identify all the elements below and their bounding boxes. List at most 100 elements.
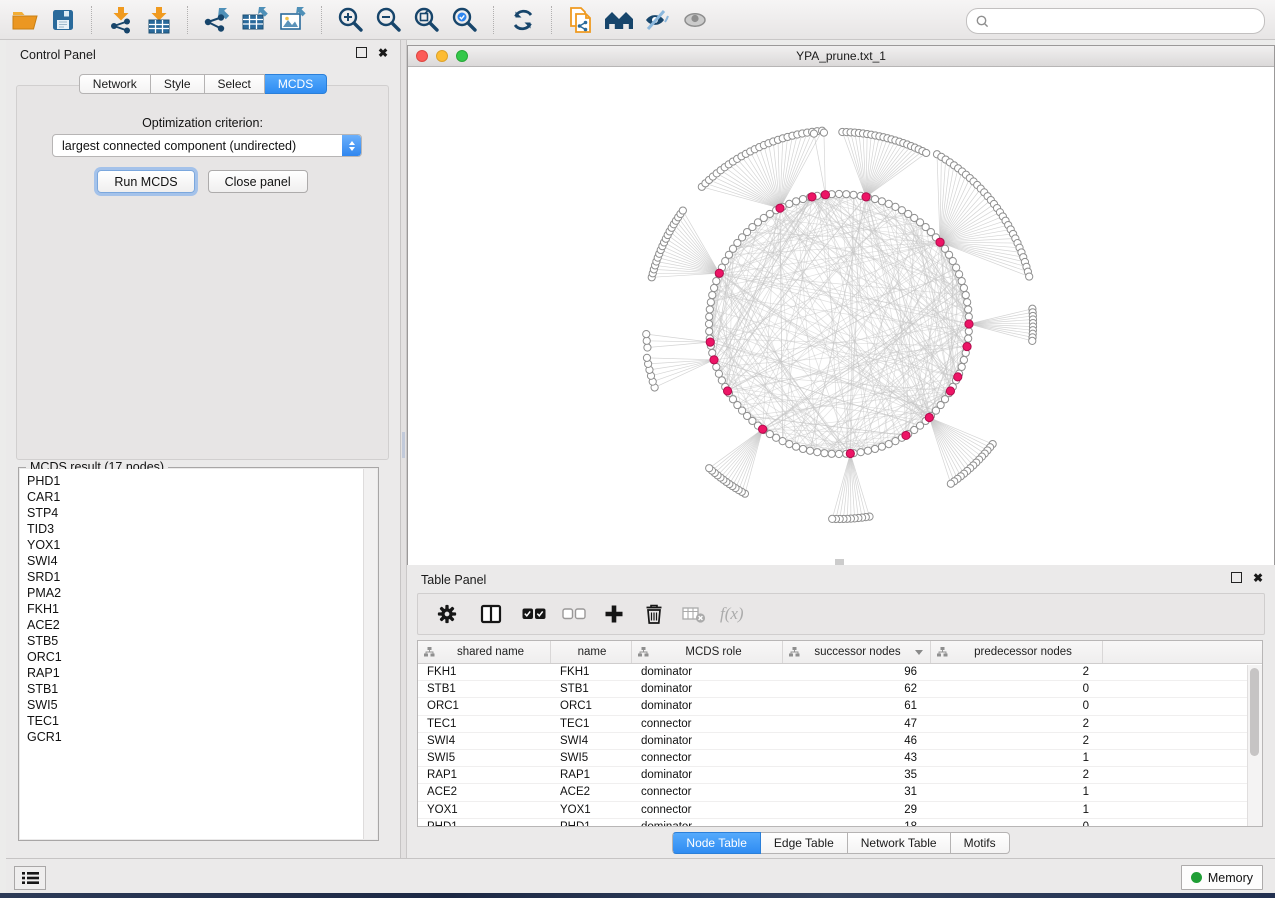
table-row[interactable]: SWI4SWI4dominator462 <box>418 733 1262 750</box>
mcds-result-item[interactable]: ACE2 <box>20 617 377 633</box>
mcds-result-item[interactable]: TEC1 <box>20 713 377 729</box>
first-neighbors-icon[interactable] <box>600 3 638 37</box>
float-panel-icon[interactable] <box>356 47 367 58</box>
list-icon <box>22 871 39 885</box>
table-row[interactable]: TEC1TEC1connector472 <box>418 716 1262 733</box>
column-header-MCDS-role[interactable]: MCDS role <box>632 641 783 663</box>
mcds-result-item[interactable]: ORC1 <box>20 649 377 665</box>
zoom-out-icon[interactable] <box>370 3 408 37</box>
import-table-icon[interactable] <box>140 3 178 37</box>
column-header-successor-nodes[interactable]: successor nodes <box>783 641 931 663</box>
mcds-result-item[interactable]: SRD1 <box>20 569 377 585</box>
hide-selected-icon[interactable] <box>638 3 676 37</box>
mcds-result-item[interactable]: TID3 <box>20 521 377 537</box>
tab-select[interactable]: Select <box>205 74 265 94</box>
export-network-icon[interactable] <box>198 3 236 37</box>
cell-predecessor-nodes: 1 <box>931 784 1103 800</box>
mcds-result-item[interactable]: CAR1 <box>20 489 377 505</box>
mcds-result-item[interactable]: STP4 <box>20 505 377 521</box>
mcds-result-item[interactable]: YOX1 <box>20 537 377 553</box>
tab-network-table[interactable]: Network Table <box>848 832 951 854</box>
table-row[interactable]: YOX1YOX1connector291 <box>418 802 1262 819</box>
splitter-grip[interactable] <box>402 432 405 458</box>
close-panel-icon[interactable]: ✖ <box>378 48 388 58</box>
search-input[interactable] <box>995 13 1264 29</box>
table-row[interactable]: PHD1PHD1dominator180 <box>418 819 1262 827</box>
zoom-selected-icon[interactable] <box>446 3 484 37</box>
table-row[interactable]: ACE2ACE2connector311 <box>418 784 1262 801</box>
show-all-icon[interactable] <box>676 3 714 37</box>
network-window-title: YPA_prune.txt_1 <box>468 49 1214 63</box>
close-table-panel-icon[interactable]: ✖ <box>1253 573 1263 583</box>
task-history-button[interactable] <box>14 866 46 890</box>
cell-successor-nodes: 62 <box>783 681 931 697</box>
table-row[interactable]: FKH1FKH1dominator962 <box>418 664 1262 681</box>
maximize-window-icon[interactable] <box>456 50 468 62</box>
table-scrollbar[interactable] <box>1247 665 1262 826</box>
mcds-result-item[interactable]: STB5 <box>20 633 377 649</box>
close-panel-button[interactable]: Close panel <box>208 170 308 193</box>
table-row[interactable]: SWI5SWI5connector431 <box>418 750 1262 767</box>
close-window-icon[interactable] <box>416 50 428 62</box>
tree-icon <box>424 647 435 657</box>
mcds-list-scrollbar[interactable] <box>363 469 377 839</box>
toolbar-separator <box>321 6 323 34</box>
table-row[interactable]: RAP1RAP1dominator352 <box>418 767 1262 784</box>
network-canvas[interactable] <box>408 67 1274 565</box>
zoom-fit-icon[interactable] <box>408 3 446 37</box>
toolbar-separator <box>551 6 553 34</box>
cell-successor-nodes: 47 <box>783 716 931 732</box>
column-header-shared-name[interactable]: shared name <box>418 641 551 663</box>
network-window-titlebar[interactable]: YPA_prune.txt_1 <box>408 46 1274 67</box>
memory-button[interactable]: Memory <box>1181 865 1263 890</box>
cell-shared-name: ACE2 <box>418 784 551 800</box>
delete-column-icon[interactable] <box>644 599 664 629</box>
save-session-icon[interactable] <box>44 3 82 37</box>
run-mcds-button[interactable]: Run MCDS <box>97 170 194 193</box>
cell-MCDS-role: dominator <box>632 664 783 680</box>
tab-edge-table[interactable]: Edge Table <box>761 832 848 854</box>
cell-shared-name: STB1 <box>418 681 551 697</box>
export-table-icon[interactable] <box>236 3 274 37</box>
mcds-result-item[interactable]: SWI4 <box>20 553 377 569</box>
select-all-icon[interactable] <box>522 599 546 629</box>
tab-mcds[interactable]: MCDS <box>265 74 327 94</box>
open-session-icon[interactable] <box>6 3 44 37</box>
tab-style[interactable]: Style <box>151 74 205 94</box>
import-network-icon[interactable] <box>102 3 140 37</box>
column-header-predecessor-nodes[interactable]: predecessor nodes <box>931 641 1103 663</box>
delete-table-icon[interactable] <box>682 599 706 629</box>
column-pane-icon[interactable] <box>480 599 502 629</box>
cell-predecessor-nodes: 2 <box>931 733 1103 749</box>
new-network-from-selection-icon[interactable] <box>562 3 600 37</box>
mcds-result-item[interactable]: PMA2 <box>20 585 377 601</box>
add-column-icon[interactable] <box>604 599 624 629</box>
table-scrollbar-thumb[interactable] <box>1250 668 1259 756</box>
network-graph[interactable] <box>408 67 1274 565</box>
mcds-result-item[interactable]: SWI5 <box>20 697 377 713</box>
deselect-all-icon[interactable] <box>562 599 586 629</box>
minimize-window-icon[interactable] <box>436 50 448 62</box>
mcds-result-item[interactable]: STB1 <box>20 681 377 697</box>
cell-shared-name: TEC1 <box>418 716 551 732</box>
cell-successor-nodes: 96 <box>783 664 931 680</box>
table-row[interactable]: ORC1ORC1dominator610 <box>418 698 1262 715</box>
export-image-icon[interactable] <box>274 3 312 37</box>
function-builder-icon[interactable]: f(x) <box>720 599 744 629</box>
mcds-result-item[interactable]: GCR1 <box>20 729 377 745</box>
tab-network[interactable]: Network <box>79 74 151 94</box>
refresh-icon[interactable] <box>504 3 542 37</box>
float-table-panel-icon[interactable] <box>1231 572 1242 583</box>
mcds-result-item[interactable]: RAP1 <box>20 665 377 681</box>
mcds-result-item[interactable]: PHD1 <box>20 473 377 489</box>
cell-shared-name: SWI4 <box>418 733 551 749</box>
tab-node-table[interactable]: Node Table <box>672 832 761 854</box>
mcds-result-item[interactable]: FKH1 <box>20 601 377 617</box>
tab-motifs[interactable]: Motifs <box>951 832 1010 854</box>
column-header-name[interactable]: name <box>551 641 632 663</box>
cell-name: ORC1 <box>551 698 632 714</box>
optimization-criterion-select[interactable]: largest connected component (undirected) <box>52 134 362 157</box>
table-row[interactable]: STB1STB1dominator620 <box>418 681 1262 698</box>
zoom-in-icon[interactable] <box>332 3 370 37</box>
table-mode-icon[interactable] <box>436 599 458 629</box>
